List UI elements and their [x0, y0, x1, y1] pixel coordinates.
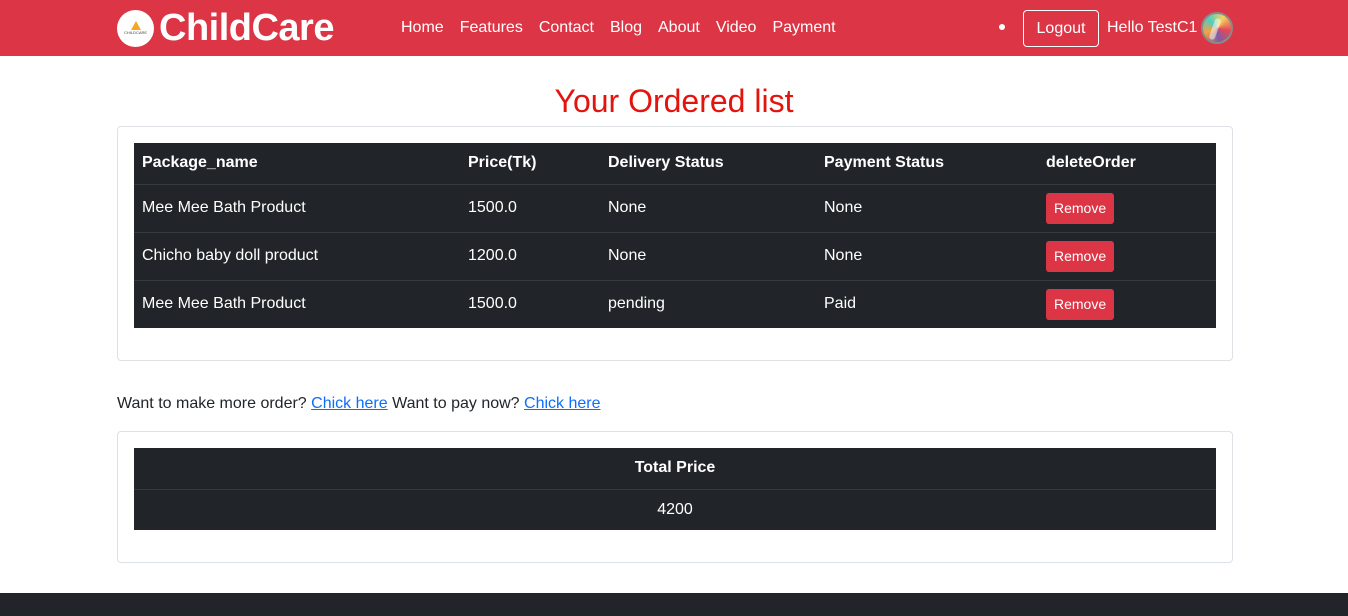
table-row: Chicho baby doll product 1200.0 None Non…	[134, 232, 1216, 281]
cell-delete-order: Remove	[1038, 232, 1216, 281]
total-table: Total Price 4200	[134, 448, 1216, 530]
page-title: Your Ordered list	[554, 83, 794, 119]
cell-delivery-status: None	[600, 184, 816, 233]
cell-package-name: Mee Mee Bath Product	[142, 295, 306, 313]
total-price-value: 4200	[657, 500, 693, 518]
col-price: Price(Tk)	[460, 143, 600, 185]
nav-link-features[interactable]: Features	[452, 0, 531, 56]
total-card: Total Price 4200	[117, 431, 1233, 563]
more-order-text: Want to make more order?	[117, 395, 307, 412]
user-avatar[interactable]	[1201, 12, 1233, 44]
brand-name: ChildCare	[159, 7, 334, 49]
page-footer	[0, 593, 1348, 616]
cell-delivery-status: pending	[608, 295, 665, 313]
cell-delete-order: Remove	[1038, 280, 1216, 328]
remove-button[interactable]: Remove	[1046, 288, 1115, 320]
nav-link-payment[interactable]: Payment	[764, 0, 843, 56]
brand-link[interactable]: CHILDCARE ChildCare	[117, 9, 334, 47]
table-row: Mee Mee Bath Product 1500.0 None None Re…	[134, 184, 1216, 233]
user-greeting: Hello TestC1	[1107, 19, 1198, 36]
nav-link-about[interactable]: About	[650, 0, 708, 56]
remove-button[interactable]: Remove	[1046, 192, 1115, 224]
col-payment-status: Payment Status	[816, 143, 1038, 185]
cell-price: 1500.0	[460, 184, 600, 233]
table-header-row: Package_name Price(Tk) Delivery Status P…	[134, 143, 1216, 185]
col-package-name: Package_name	[134, 143, 460, 185]
total-price-header: Total Price	[134, 448, 1216, 490]
nav-link-video[interactable]: Video	[708, 0, 765, 56]
cell-price: 1200.0	[460, 232, 600, 281]
table-row: Mee Mee Bath Product 1500.0 pending Paid…	[134, 280, 1216, 328]
total-value-row: 4200	[134, 489, 1216, 530]
cell-payment-status: Paid	[824, 295, 857, 313]
nav-link-home[interactable]: Home	[393, 0, 452, 56]
nav-link-blog[interactable]: Blog	[602, 0, 650, 56]
col-delete-order: deleteOrder	[1038, 143, 1216, 185]
order-prompt-line: Want to make more order? Chick here Want…	[117, 394, 601, 413]
cell-delete-order: Remove	[1038, 184, 1216, 233]
logout-button[interactable]: Logout	[1023, 10, 1099, 47]
brand-logo-icon: CHILDCARE	[117, 9, 154, 47]
cell-package-name: Chicho baby doll product	[134, 232, 460, 281]
nav-menu: Home Features Contact Blog About Video P…	[393, 0, 844, 56]
cell-package-name: Mee Mee Bath Product	[134, 184, 460, 233]
orders-card: Package_name Price(Tk) Delivery Status P…	[117, 126, 1233, 361]
pay-now-link[interactable]: Chick here	[524, 395, 600, 412]
cell-payment-status: None	[816, 232, 1038, 281]
more-order-link[interactable]: Chick here	[311, 395, 387, 412]
col-delivery-status: Delivery Status	[600, 143, 816, 185]
pay-now-text: Want to pay now?	[392, 395, 520, 412]
orders-table: Package_name Price(Tk) Delivery Status P…	[134, 143, 1216, 328]
dot-icon	[999, 24, 1005, 30]
cell-payment-status: None	[816, 184, 1038, 233]
nav-link-contact[interactable]: Contact	[531, 0, 602, 56]
cell-delivery-status: None	[600, 232, 816, 281]
total-header-row: Total Price	[134, 448, 1216, 490]
remove-button[interactable]: Remove	[1046, 240, 1115, 272]
top-navbar: CHILDCARE ChildCare Home Features Contac…	[0, 0, 1348, 56]
cell-price: 1500.0	[468, 295, 517, 313]
